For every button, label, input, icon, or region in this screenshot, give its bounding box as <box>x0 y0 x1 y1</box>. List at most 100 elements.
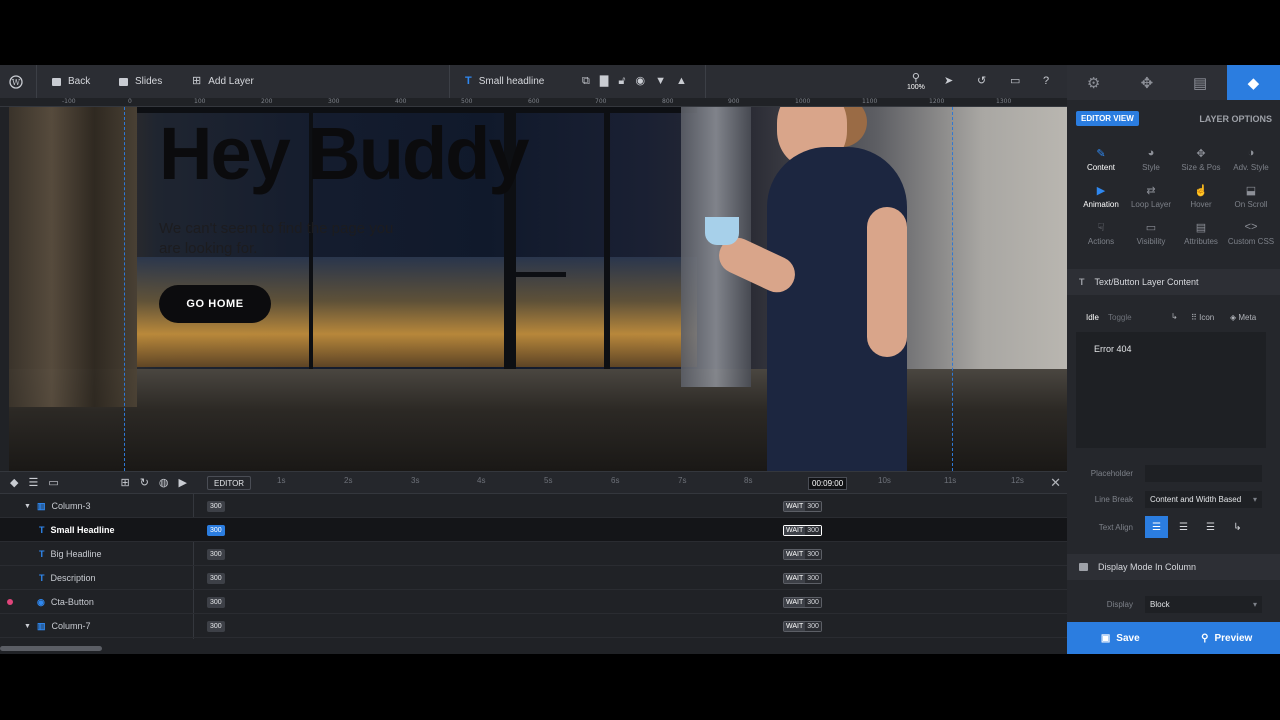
animation-option[interactable]: ▶ Animation <box>1076 184 1126 209</box>
idle-tab[interactable]: Idle <box>1086 313 1099 322</box>
eye-icon[interactable]: ◉ <box>635 76 645 87</box>
adv-style-option[interactable]: ◑ Adv. Style <box>1226 147 1276 172</box>
size-pos-option[interactable]: ✥ Size & Pos <box>1176 147 1226 172</box>
wait-pill[interactable]: WAIT 300 <box>783 573 822 584</box>
nav-icon: ✥ <box>1140 74 1154 92</box>
duplicate-icon[interactable]: ⧉ <box>582 76 590 87</box>
placeholder-input[interactable] <box>1145 464 1262 482</box>
display-select[interactable]: Block ▾ <box>1145 595 1262 613</box>
line-break-select[interactable]: Content and Width Based ▾ <box>1145 490 1262 508</box>
align-inherit-icon[interactable]: ↳ <box>1226 516 1249 538</box>
grid-icon[interactable]: ⊞ <box>120 477 129 489</box>
timeline-row-description[interactable]: T Description 300 WAIT 300 <box>0 566 1067 590</box>
timeline-row-small-headline[interactable]: T Small Headline 300 WAIT 300 <box>0 518 1067 542</box>
placeholder-field: Placeholder <box>1067 462 1280 484</box>
current-time-indicator[interactable]: 00:09:00 <box>808 477 848 490</box>
settings-tab[interactable]: ⚙ <box>1067 65 1120 100</box>
start-time-pill[interactable]: 300 <box>207 525 225 536</box>
ruler-label: 1100 <box>862 98 878 105</box>
text-layer-content-section[interactable]: T Text/Button Layer Content <box>1067 269 1280 295</box>
style-option[interactable]: ◕ Style <box>1126 147 1176 172</box>
chevron-down-icon[interactable]: ▼ <box>655 76 666 87</box>
start-time-pill[interactable]: 300 <box>207 621 225 632</box>
layer-name: Column-3 <box>51 501 91 511</box>
vertical-ruler <box>0 107 9 471</box>
hover-option[interactable]: ☝ Hover <box>1176 184 1226 209</box>
layers-icon[interactable]: ◆ <box>10 477 18 489</box>
trash-icon[interactable]: ▇ <box>600 76 608 87</box>
caret-down-icon[interactable]: ▼ <box>24 503 31 510</box>
start-time-pill[interactable]: 300 <box>207 573 225 584</box>
caret-down-icon[interactable]: ▼ <box>24 623 31 630</box>
slide-canvas[interactable]: Hey Buddy We can't seem to find the page… <box>9 107 1067 471</box>
options-grid: ✎ Content ◕ Style ✥ Size & Pos ◑ Adv. Style … <box>1076 147 1276 246</box>
description-layer[interactable]: We can't seem to find the page you are l… <box>159 219 419 259</box>
actions-option[interactable]: ☟ Actions <box>1076 221 1126 246</box>
device-button[interactable]: ▭ <box>1010 65 1020 98</box>
add-layer-button[interactable]: ⊞ Add Layer <box>192 65 254 98</box>
loop-layer-option[interactable]: ⇄ Loop Layer <box>1126 184 1176 209</box>
navigation-tab[interactable]: ✥ <box>1120 65 1173 100</box>
column-icon: ▥ <box>36 620 46 631</box>
text-align-field: Text Align ☰ ☰ ☰ ↳ <box>1067 516 1280 538</box>
align-left-icon[interactable]: ☰ <box>1145 516 1168 538</box>
current-layer-selector[interactable]: T Small headline <box>465 65 544 98</box>
preview-button[interactable]: ⚲ Preview <box>1174 622 1280 654</box>
slides-icon <box>119 77 128 86</box>
on-scroll-option[interactable]: ⬓ On Scroll <box>1226 184 1276 209</box>
time-tick: 5s <box>544 476 553 485</box>
folder-icon[interactable]: ▭ <box>48 477 58 489</box>
line-break-icon[interactable]: ↳ <box>1171 312 1178 321</box>
slides-tab[interactable]: ▤ <box>1174 65 1227 100</box>
wait-pill[interactable]: WAIT 300 <box>783 525 822 536</box>
refresh-icon[interactable]: ↻ <box>140 477 149 489</box>
align-right-icon[interactable]: ☰ <box>1199 516 1222 538</box>
icon-button[interactable]: ⠿ Icon <box>1191 313 1214 322</box>
select-tool-button[interactable]: ➤ <box>944 65 953 98</box>
timeline-row-big-headline[interactable]: T Big Headline 300 WAIT 300 <box>0 542 1067 566</box>
wait-pill[interactable]: WAIT 300 <box>783 501 822 512</box>
help-button[interactable]: ? <box>1043 65 1049 98</box>
start-time-pill[interactable]: 300 <box>207 597 225 608</box>
panel-tabs: ⚙ ✥ ▤ ◆ <box>1067 65 1280 100</box>
cta-button-layer[interactable]: GO HOME <box>159 285 271 323</box>
zoom-control[interactable]: ⚲ 100% <box>907 65 925 98</box>
timeline-row-cta-button[interactable]: ◉ Cta-Button 300 WAIT 300 <box>0 590 1067 614</box>
slider-editor: W Back Slides ⊞ Add Layer T Small headli… <box>0 65 1280 654</box>
list-icon[interactable]: ☰ <box>28 477 38 489</box>
editor-view-button[interactable]: EDITOR VIEW <box>1076 111 1139 126</box>
layers-tab[interactable]: ◆ <box>1226 65 1280 100</box>
wait-pill[interactable]: WAIT 300 <box>783 597 822 608</box>
timeline-row-column-3[interactable]: ▼ ▥ Column-3 300 WAIT 300 <box>0 494 1067 518</box>
meta-button[interactable]: ◈ Meta <box>1230 313 1256 322</box>
content-option[interactable]: ✎ Content <box>1076 147 1126 172</box>
undo-button[interactable]: ↺ <box>977 65 986 98</box>
move-icon: ✥ <box>1196 148 1206 160</box>
play-icon[interactable]: ▶ <box>179 477 187 489</box>
save-button[interactable]: ▣ Save <box>1067 622 1174 654</box>
close-icon[interactable]: ✕ <box>1050 475 1061 491</box>
timeline-row-column-7[interactable]: ▼ ▥ Column-7 300 WAIT 300 <box>0 614 1067 638</box>
toggle-tab[interactable]: Toggle <box>1108 313 1132 322</box>
editor-label[interactable]: EDITOR <box>207 476 252 490</box>
display-mode-section[interactable]: Display Mode In Column <box>1067 554 1280 580</box>
time-tick: 10s <box>878 476 891 485</box>
chevron-up-icon[interactable]: ▲ <box>676 76 687 87</box>
attributes-option[interactable]: ▤ Attributes <box>1176 221 1226 246</box>
wordpress-logo[interactable]: W <box>9 65 23 98</box>
layer-content-textarea[interactable]: Error 404 <box>1076 332 1266 448</box>
audio-icon[interactable]: ◍ <box>159 477 169 489</box>
align-center-icon[interactable]: ☰ <box>1172 516 1195 538</box>
wait-pill[interactable]: WAIT 300 <box>783 621 822 632</box>
start-time-pill[interactable]: 300 <box>207 501 225 512</box>
wait-pill[interactable]: WAIT 300 <box>783 549 822 560</box>
slides-button[interactable]: Slides <box>119 65 162 98</box>
big-headline-layer[interactable]: Hey Buddy <box>159 111 530 196</box>
visibility-option[interactable]: ▭ Visibility <box>1126 221 1176 246</box>
custom-css-option[interactable]: <> Custom CSS <box>1226 221 1276 246</box>
attributes-icon: ▤ <box>1195 222 1207 234</box>
timeline-scrollbar[interactable] <box>0 646 102 651</box>
back-button[interactable]: Back <box>52 65 90 98</box>
lock-icon[interactable]: 🔓︎ <box>618 76 625 87</box>
start-time-pill[interactable]: 300 <box>207 549 225 560</box>
